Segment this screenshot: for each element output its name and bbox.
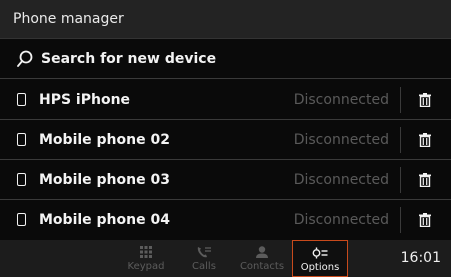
calls-icon: [196, 243, 212, 261]
device-row-mobile-phone-02[interactable]: Mobile phone 02 Disconnected: [0, 120, 451, 160]
bottom-navigation-bar: Keypad Calls Contacts Options 16:01: [0, 240, 451, 277]
search-new-device-label: Search for new device: [41, 50, 217, 67]
nav-options[interactable]: Options: [292, 240, 348, 277]
divider: [400, 127, 401, 153]
trash-icon[interactable]: [417, 132, 433, 148]
nav-calls-label: Calls: [192, 261, 216, 272]
page-title: Phone manager: [13, 11, 124, 27]
device-row-mobile-phone-03[interactable]: Mobile phone 03 Disconnected: [0, 160, 451, 200]
device-row-mobile-phone-04[interactable]: Mobile phone 04 Disconnected: [0, 200, 451, 240]
divider: [400, 167, 401, 193]
device-name: Mobile phone 02: [39, 132, 170, 148]
clock: 16:01: [400, 250, 441, 266]
divider: [400, 87, 401, 113]
contacts-icon: [255, 243, 269, 261]
phone-icon: [17, 93, 26, 106]
device-name: HPS iPhone: [39, 92, 131, 108]
device-status: Disconnected: [293, 212, 389, 228]
search-icon: [16, 50, 34, 68]
divider: [400, 207, 401, 233]
trash-icon[interactable]: [417, 172, 433, 188]
device-name: Mobile phone 03: [39, 172, 170, 188]
nav-keypad[interactable]: Keypad: [118, 240, 174, 277]
phone-icon: [17, 213, 26, 226]
title-bar: Phone manager: [0, 0, 451, 39]
keypad-icon: [139, 243, 153, 261]
nav-options-label: Options: [300, 262, 340, 273]
search-new-device-button[interactable]: Search for new device: [0, 39, 451, 79]
trash-icon[interactable]: [417, 92, 433, 108]
device-status: Disconnected: [293, 172, 389, 188]
options-icon: [311, 244, 329, 262]
device-row-hps-iphone[interactable]: HPS iPhone Disconnected: [0, 80, 451, 120]
device-name: Mobile phone 04: [39, 212, 170, 228]
phone-icon: [17, 133, 26, 146]
device-status: Disconnected: [293, 92, 389, 108]
nav-contacts-label: Contacts: [239, 261, 285, 272]
nav-calls[interactable]: Calls: [176, 240, 232, 277]
device-status: Disconnected: [293, 132, 389, 148]
nav-contacts[interactable]: Contacts: [234, 240, 290, 277]
nav-keypad-label: Keypad: [127, 261, 165, 272]
trash-icon[interactable]: [417, 212, 433, 228]
phone-icon: [17, 173, 26, 186]
